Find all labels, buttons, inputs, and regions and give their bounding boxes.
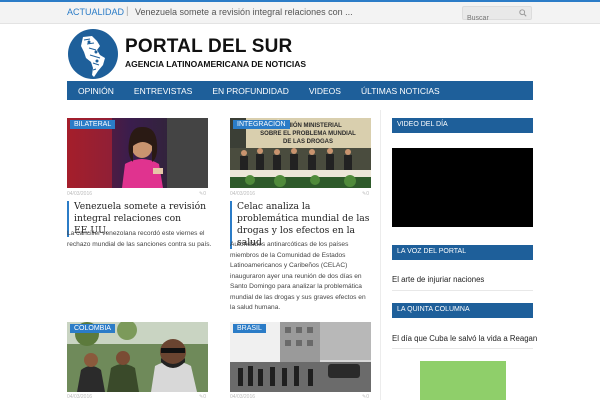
article-card[interactable]: REUNIÓN MINISTERIAL SOBRE EL PROBLEMA MU… — [230, 118, 371, 188]
article-excerpt: Autoridades antinarcóticas de los países… — [230, 241, 366, 311]
search-icon[interactable] — [519, 9, 527, 17]
nav-item-videos[interactable]: VIDEOS — [309, 86, 341, 96]
widget-underline — [392, 132, 533, 133]
widget-separator — [392, 290, 533, 291]
article-meta: 04/03/2016 ✎0 — [67, 393, 208, 400]
comment-count-value: 0 — [203, 191, 206, 197]
widget-separator — [392, 348, 533, 349]
nav-item-opinion[interactable]: OPINIÓN — [78, 86, 114, 96]
article-thumbnail[interactable]: BILATERAL — [67, 118, 208, 188]
article-card[interactable]: COLOMBIA — [67, 322, 208, 392]
article-excerpt: La canciller venezolana recordó este vie… — [67, 230, 212, 248]
comment-count[interactable]: ✎0 — [362, 191, 369, 197]
category-badge[interactable]: BILATERAL — [70, 120, 116, 129]
article-meta: 04/03/2016 ✎0 — [67, 190, 208, 198]
widget-heading-quinta: LA QUINTA COLUMNA — [392, 303, 533, 317]
nav-item-entrevistas[interactable]: ENTREVISTAS — [134, 86, 192, 96]
comment-count-value: 0 — [203, 394, 206, 400]
article-meta: 04/03/2016 ✎0 — [230, 393, 371, 400]
site-logo[interactable]: PORTAL DEL SUR AGENCIA LATINOAMERICANA D… — [67, 28, 306, 80]
search-input[interactable] — [463, 12, 515, 25]
comment-count-value: 0 — [366, 191, 369, 197]
article-date: 04/03/2016 — [67, 191, 93, 197]
svg-text:SOBRE EL PROBLEMA MUNDIAL: SOBRE EL PROBLEMA MUNDIAL — [260, 131, 356, 137]
article-card[interactable]: BILATERAL — [67, 118, 208, 188]
article-thumbnail[interactable]: REUNIÓN MINISTERIAL SOBRE EL PROBLEMA MU… — [230, 118, 371, 188]
site-subtitle: AGENCIA LATINOAMERICANA DE NOTICIAS — [125, 59, 307, 69]
search-box[interactable] — [462, 6, 532, 25]
top-bar: ACTUALIDAD | Venezuela somete a revisión… — [0, 0, 600, 25]
comment-count[interactable]: ✎0 — [199, 191, 206, 197]
ticker-separator: | — [126, 6, 129, 17]
article-meta: 04/03/2016 ✎0 — [230, 190, 371, 198]
ticker-label[interactable]: ACTUALIDAD — [67, 7, 124, 17]
article-date: 04/03/2016 — [230, 394, 256, 400]
article-card[interactable]: BRASIL — [230, 322, 371, 392]
main-nav: OPINIÓN ENTREVISTAS EN PROFUNDIDAD VIDEO… — [67, 81, 533, 100]
article-thumbnail[interactable]: BRASIL — [230, 322, 371, 392]
globe-logo-icon — [68, 29, 118, 79]
category-badge[interactable]: COLOMBIA — [70, 324, 115, 333]
promo-banner[interactable] — [420, 361, 506, 400]
quinta-article-link[interactable]: El día que Cuba le salvó la vida a Reaga… — [392, 334, 537, 343]
category-badge[interactable]: BRASIL — [233, 324, 266, 333]
nav-item-ultimas-noticias[interactable]: ÚLTIMAS NOTICIAS — [361, 86, 440, 96]
category-badge[interactable]: INTEGRACIÓN — [233, 120, 290, 129]
ticker-headline[interactable]: Venezuela somete a revisión integral rel… — [135, 7, 353, 17]
widget-underline — [392, 317, 533, 318]
comment-count-value: 0 — [366, 394, 369, 400]
comment-count[interactable]: ✎0 — [199, 394, 206, 400]
widget-heading-voz: LA VOZ DEL PORTAL — [392, 245, 533, 259]
article-thumbnail[interactable]: COLOMBIA — [67, 322, 208, 392]
column-divider — [380, 110, 381, 400]
widget-underline — [392, 259, 533, 260]
site-title: PORTAL DEL SUR — [125, 36, 293, 57]
comment-count[interactable]: ✎0 — [362, 394, 369, 400]
article-date: 04/03/2016 — [67, 394, 93, 400]
nav-item-en-profundidad[interactable]: EN PROFUNDIDAD — [212, 86, 289, 96]
svg-text:DE LAS DROGAS: DE LAS DROGAS — [283, 139, 333, 145]
page: ACTUALIDAD | Venezuela somete a revisión… — [0, 0, 600, 400]
widget-heading-video: VIDEO DEL DÍA — [392, 118, 533, 132]
video-player[interactable] — [392, 148, 533, 227]
voz-article-link[interactable]: El arte de injuriar naciones — [392, 275, 484, 284]
article-date: 04/03/2016 — [230, 191, 256, 197]
